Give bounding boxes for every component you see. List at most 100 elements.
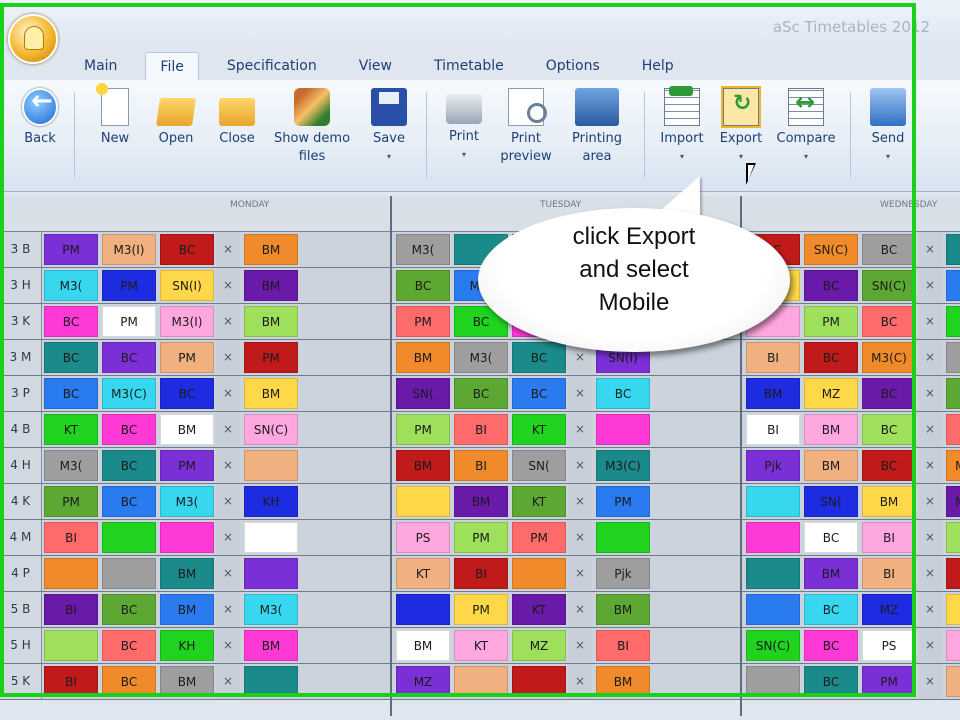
lesson-card[interactable]: BM <box>804 450 858 481</box>
row-class-label[interactable]: 3 B <box>0 232 42 267</box>
lesson-card[interactable]: PM <box>396 414 450 445</box>
send-button[interactable]: Send ▾ <box>862 88 914 166</box>
lesson-card[interactable] <box>244 558 298 589</box>
empty-slot-x-icon[interactable]: × <box>216 232 240 267</box>
lesson-card[interactable]: BI <box>946 378 960 409</box>
empty-slot-x-icon[interactable]: × <box>568 376 592 411</box>
lesson-card[interactable]: PM <box>596 486 650 517</box>
lesson-card[interactable]: BC <box>804 594 858 625</box>
lesson-card[interactable] <box>102 522 156 553</box>
row-class-label[interactable]: 4 H <box>0 448 42 483</box>
lesson-card[interactable]: BI <box>44 666 98 697</box>
lesson-card[interactable] <box>396 486 450 517</box>
empty-slot-x-icon[interactable]: × <box>216 304 240 339</box>
lesson-card[interactable]: PS <box>862 630 916 661</box>
lesson-card[interactable]: BC <box>804 342 858 373</box>
lesson-card[interactable] <box>454 666 508 697</box>
empty-slot-x-icon[interactable]: × <box>918 592 942 627</box>
empty-slot-x-icon[interactable]: × <box>216 556 240 591</box>
compare-button[interactable]: Compare ▾ <box>772 88 840 166</box>
lesson-card[interactable]: SN( <box>396 378 450 409</box>
lesson-card[interactable]: BC <box>862 450 916 481</box>
lesson-card[interactable]: SN(I) <box>160 270 214 301</box>
lesson-card[interactable]: SN( <box>512 450 566 481</box>
lesson-card[interactable]: BI <box>454 558 508 589</box>
app-bell-logo-icon[interactable] <box>8 14 58 64</box>
save-dropdown-icon[interactable]: ▾ <box>364 148 414 166</box>
lesson-card[interactable]: BC <box>804 666 858 697</box>
lesson-card[interactable]: BC <box>396 270 450 301</box>
lesson-card[interactable]: BC <box>596 378 650 409</box>
lesson-card[interactable]: BM <box>396 450 450 481</box>
lesson-card[interactable]: BI <box>44 522 98 553</box>
tab-main[interactable]: Main <box>70 52 131 80</box>
lesson-card[interactable]: M3( <box>160 486 214 517</box>
lesson-card[interactable]: PM <box>244 342 298 373</box>
lesson-card[interactable]: PM <box>44 486 98 517</box>
lesson-card[interactable]: PM <box>44 234 98 265</box>
empty-slot-x-icon[interactable]: × <box>918 628 942 663</box>
compare-dropdown-icon[interactable]: ▾ <box>772 148 840 166</box>
empty-slot-x-icon[interactable]: × <box>568 628 592 663</box>
lesson-card[interactable] <box>244 450 298 481</box>
new-button[interactable]: New <box>90 83 140 148</box>
lesson-card[interactable]: BI <box>454 414 508 445</box>
tab-timetable[interactable]: Timetable <box>420 52 518 80</box>
lesson-card[interactable]: BC <box>102 414 156 445</box>
tab-options[interactable]: Options <box>532 52 614 80</box>
lesson-card[interactable]: PM <box>396 306 450 337</box>
empty-slot-x-icon[interactable]: × <box>568 592 592 627</box>
row-class-label[interactable]: 3 K <box>0 304 42 339</box>
lesson-card[interactable]: BC <box>862 234 916 265</box>
empty-slot-x-icon[interactable]: × <box>568 484 592 519</box>
empty-slot-x-icon[interactable]: × <box>918 268 942 303</box>
lesson-card[interactable]: BM <box>596 666 650 697</box>
lesson-card[interactable] <box>596 522 650 553</box>
lesson-card[interactable]: BM <box>862 486 916 517</box>
lesson-card[interactable] <box>746 486 800 517</box>
empty-slot-x-icon[interactable]: × <box>918 376 942 411</box>
empty-slot-x-icon[interactable]: × <box>568 412 592 447</box>
empty-slot-x-icon[interactable]: × <box>216 520 240 555</box>
lesson-card[interactable]: M3( <box>244 594 298 625</box>
lesson-card[interactable]: BM <box>396 630 450 661</box>
lesson-card[interactable]: KT <box>512 594 566 625</box>
lesson-card[interactable]: BC <box>102 630 156 661</box>
empty-slot-x-icon[interactable]: × <box>918 664 942 699</box>
lesson-card[interactable]: BI <box>454 450 508 481</box>
lesson-card[interactable] <box>746 666 800 697</box>
lesson-card[interactable]: BI <box>44 594 98 625</box>
row-class-label[interactable]: 4 K <box>0 484 42 519</box>
empty-slot-x-icon[interactable]: × <box>216 376 240 411</box>
lesson-card[interactable]: BC <box>512 378 566 409</box>
open-button[interactable]: Open <box>150 88 202 148</box>
lesson-card[interactable]: M3(I) <box>102 234 156 265</box>
tab-file[interactable]: File <box>145 52 199 80</box>
lesson-card[interactable] <box>44 630 98 661</box>
close-button[interactable]: Close <box>210 88 264 148</box>
lesson-card[interactable]: PM <box>102 306 156 337</box>
lesson-card[interactable]: BM <box>804 414 858 445</box>
empty-slot-x-icon[interactable]: × <box>568 664 592 699</box>
show-demo-files-button[interactable]: Show demo files <box>266 88 358 166</box>
lesson-card[interactable]: BC <box>804 270 858 301</box>
row-class-label[interactable]: 4 B <box>0 412 42 447</box>
lesson-card[interactable]: BM <box>946 234 960 265</box>
lesson-card[interactable]: BC <box>102 486 156 517</box>
lesson-card[interactable] <box>44 558 98 589</box>
lesson-card[interactable]: BM <box>946 594 960 625</box>
empty-slot-x-icon[interactable]: × <box>918 412 942 447</box>
empty-slot-x-icon[interactable]: × <box>216 484 240 519</box>
lesson-card[interactable]: BM <box>160 594 214 625</box>
lesson-card[interactable]: SN( <box>804 486 858 517</box>
tab-view[interactable]: View <box>345 52 406 80</box>
lesson-card[interactable]: BC <box>102 450 156 481</box>
tab-specification[interactable]: Specification <box>213 52 331 80</box>
lesson-card[interactable]: M3(C) <box>946 450 960 481</box>
lesson-card[interactable]: BC <box>102 594 156 625</box>
lesson-card[interactable]: PM <box>512 522 566 553</box>
empty-slot-x-icon[interactable]: × <box>216 664 240 699</box>
empty-slot-x-icon[interactable]: × <box>216 448 240 483</box>
lesson-card[interactable]: Pjk <box>746 450 800 481</box>
empty-slot-x-icon[interactable]: × <box>568 448 592 483</box>
